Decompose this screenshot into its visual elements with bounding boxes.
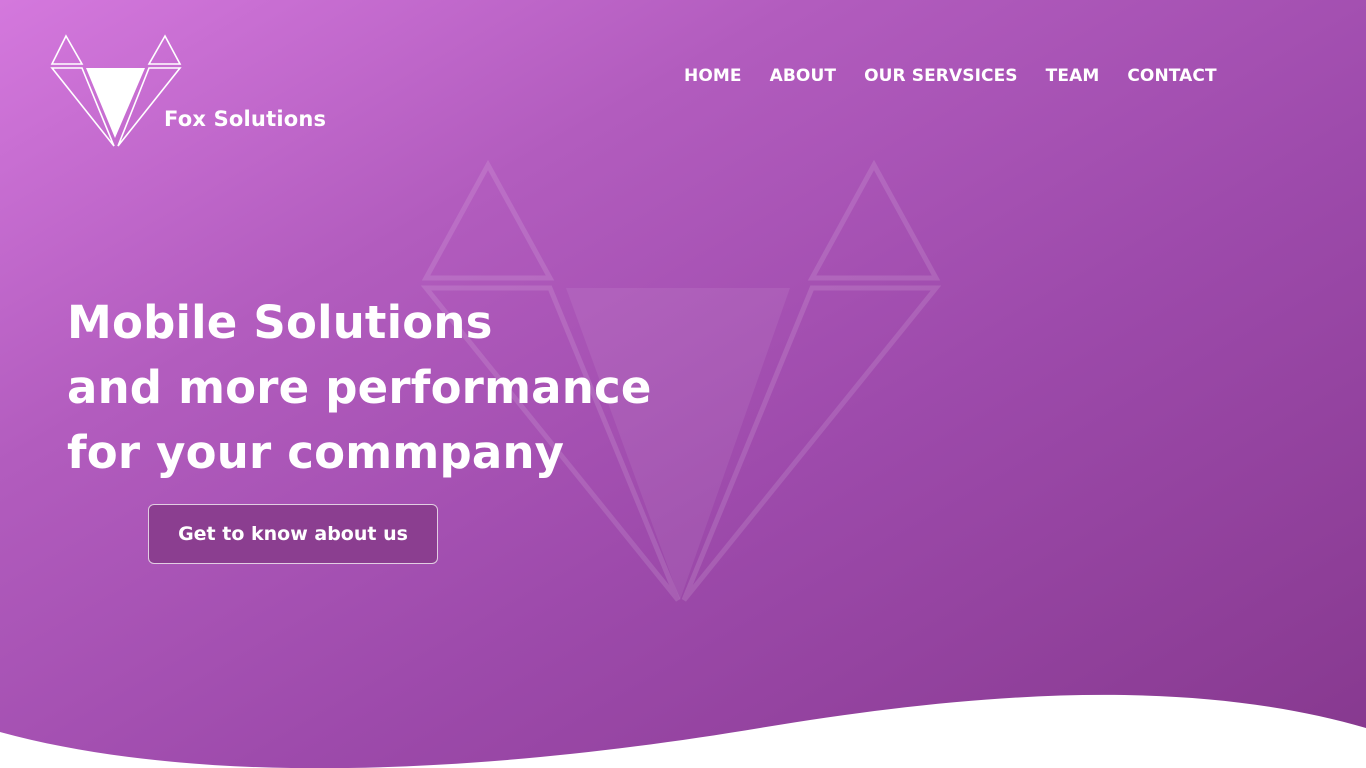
about-us-button[interactable]: Get to know about us — [148, 504, 438, 564]
bottom-wave — [0, 694, 1366, 768]
nav-team[interactable]: TEAM — [1046, 66, 1100, 86]
brand-name: Fox Solutions — [164, 107, 327, 131]
hero-headline-line-1: Mobile Solutions — [67, 296, 493, 349]
brand-logo[interactable]: Fox Solutions — [50, 34, 330, 149]
main-nav: HOME ABOUT OUR SERVSICES TEAM CONTACT — [684, 66, 1217, 86]
hero-headline-line-2: and more performance — [67, 361, 652, 414]
hero-headline: Mobile Solutions and more performance fo… — [67, 290, 652, 485]
nav-contact[interactable]: CONTACT — [1127, 66, 1216, 86]
nav-home[interactable]: HOME — [684, 66, 742, 86]
nav-about[interactable]: ABOUT — [770, 66, 836, 86]
hero-section: Mobile Solutions and more performance fo… — [67, 290, 652, 485]
fox-logo-icon — [50, 34, 182, 147]
nav-services[interactable]: OUR SERVSICES — [864, 66, 1018, 86]
hero-headline-line-3: for your commpany — [67, 426, 565, 479]
